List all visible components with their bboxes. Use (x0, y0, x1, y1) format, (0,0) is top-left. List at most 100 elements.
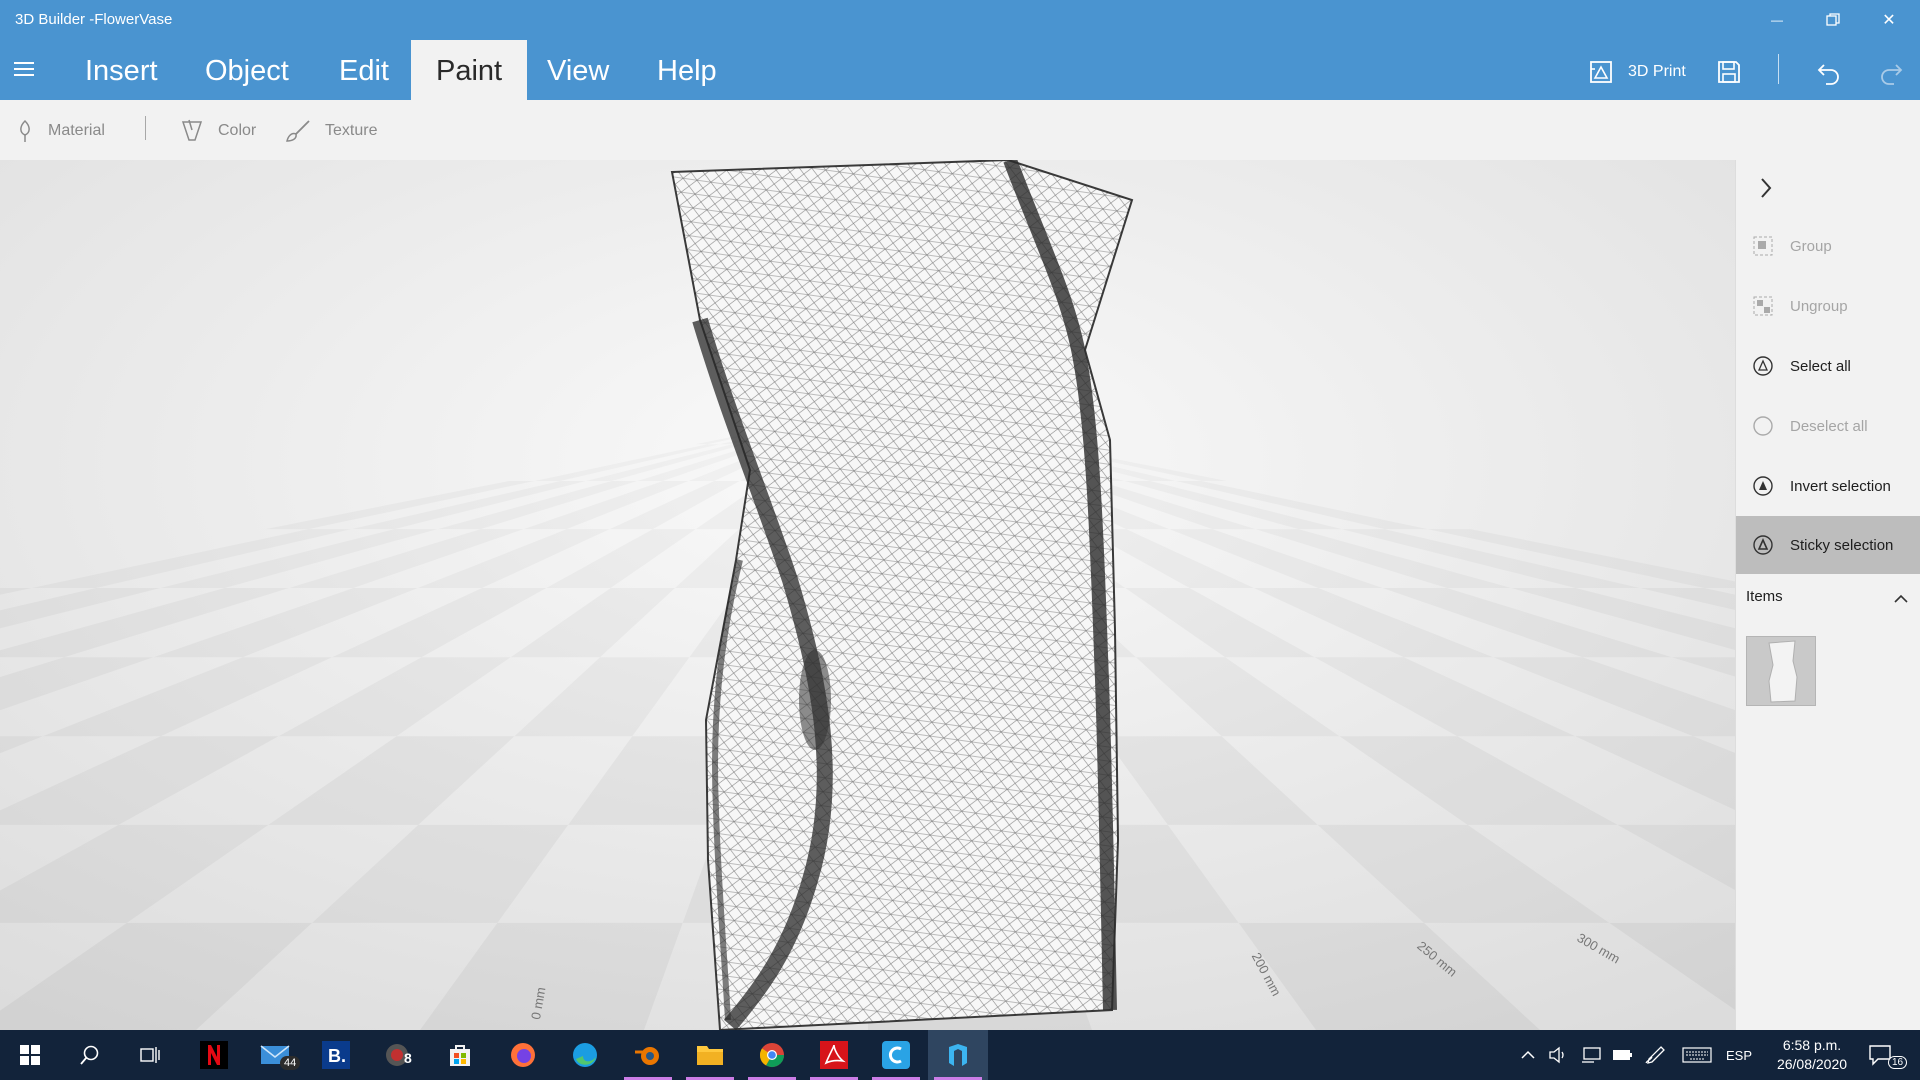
tab-object[interactable]: Object (180, 40, 314, 100)
chevron-up-icon (1521, 1050, 1535, 1059)
close-icon: ✕ (1882, 12, 1896, 29)
3d-print-button[interactable]: 3D Print (1588, 54, 1686, 90)
taskbar-c-app[interactable] (866, 1030, 926, 1080)
taskbar-chrome[interactable] (742, 1030, 802, 1080)
items-header: Items (1746, 588, 1783, 605)
clock[interactable]: 6:58 p.m. 26/08/2020 (1762, 1036, 1862, 1074)
tab-insert[interactable]: Insert (60, 40, 183, 100)
deselect-all-label: Deselect all (1790, 417, 1868, 435)
select-all-button[interactable]: Select all (1736, 338, 1920, 394)
task-view-button[interactable] (120, 1030, 180, 1080)
taskbar-acrobat[interactable] (804, 1030, 864, 1080)
keyboard-icon (1682, 1047, 1712, 1063)
search-icon (80, 1045, 99, 1065)
3d-builder-icon (949, 1044, 967, 1066)
taskbar-booking[interactable]: B. (306, 1030, 366, 1080)
save-button[interactable] (1716, 54, 1742, 90)
window-title: 3D Builder -FlowerVase (15, 11, 173, 28)
booking-icon: B. (322, 1041, 350, 1069)
scene-canvas[interactable] (0, 160, 1735, 1030)
color-button[interactable]: Color (180, 118, 256, 144)
c-app-icon (882, 1041, 910, 1069)
volume-button[interactable] (1548, 1030, 1570, 1080)
volume-icon (1549, 1046, 1564, 1064)
select-all-icon (1753, 356, 1773, 376)
material-label: Material (48, 122, 105, 139)
3d-print-icon (1590, 61, 1612, 83)
minimize-icon: — (1771, 13, 1783, 27)
clock-time: 6:58 p.m. (1782, 1037, 1842, 1053)
color-label: Color (218, 122, 257, 139)
pen-icon (1645, 1046, 1665, 1064)
tab-help[interactable]: Help (632, 40, 742, 100)
deselect-all-icon (1753, 416, 1773, 436)
input-language-button[interactable]: ESP (1726, 1030, 1752, 1080)
chevron-up-icon (1894, 594, 1908, 603)
brush-icon (286, 120, 310, 142)
close-button[interactable]: ✕ (1866, 0, 1912, 40)
minimize-button[interactable]: — (1754, 0, 1800, 40)
taskbar-edge[interactable] (555, 1030, 615, 1080)
chrome-icon (760, 1043, 784, 1068)
network-button[interactable] (1580, 1030, 1602, 1080)
task-view-icon (140, 1047, 160, 1063)
ribbon-separator (1778, 54, 1779, 84)
search-button[interactable] (60, 1030, 120, 1080)
object-panel: Group Ungroup Select all Deselect all In… (1735, 160, 1920, 1030)
pen-button[interactable] (1644, 1030, 1666, 1080)
save-icon (1718, 61, 1740, 83)
taskbar-file-explorer[interactable] (680, 1030, 740, 1080)
taskbar-blender[interactable] (618, 1030, 678, 1080)
undo-button[interactable] (1816, 54, 1842, 90)
battery-button[interactable] (1612, 1030, 1634, 1080)
redo-button[interactable] (1878, 54, 1904, 90)
3d-print-label: 3D Print (1628, 63, 1686, 80)
vase-model[interactable] (670, 160, 1134, 1030)
show-hidden-icons-button[interactable] (1520, 1030, 1536, 1080)
touch-keyboard-button[interactable] (1682, 1030, 1712, 1080)
taskbar-app-badge[interactable]: 8 (368, 1030, 428, 1080)
blender-icon (635, 1047, 659, 1065)
3d-viewport[interactable]: 0 mm 200 mm 250 mm 300 mm (0, 160, 1735, 1030)
items-collapse-button[interactable] (1893, 592, 1909, 604)
ungroup-button[interactable]: Ungroup (1736, 278, 1920, 334)
store-icon (450, 1045, 470, 1066)
invert-selection-icon (1753, 476, 1773, 496)
taskbar-mail[interactable]: 44 (246, 1030, 306, 1080)
app-badge: 8 (404, 1050, 412, 1066)
paint-toolbar: Material Color Texture (0, 100, 1920, 160)
group-button[interactable]: Group (1736, 218, 1920, 274)
select-all-label: Select all (1790, 357, 1851, 375)
taskbar: 44 B. 8 ESP 6:58 p.m. 26/08/2020 16 (0, 1030, 1920, 1080)
battery-icon (1613, 1050, 1632, 1060)
restore-button[interactable] (1810, 0, 1856, 40)
action-center-button[interactable]: 16 (1868, 1030, 1908, 1080)
item-thumbnail[interactable] (1746, 636, 1816, 706)
material-button[interactable]: Material (16, 118, 105, 144)
sticky-selection-button[interactable]: Sticky selection (1736, 516, 1920, 574)
redo-icon (1881, 64, 1903, 85)
deselect-all-button[interactable]: Deselect all (1736, 398, 1920, 454)
material-icon (20, 119, 30, 142)
taskbar-3d-builder[interactable] (928, 1030, 988, 1080)
texture-button[interactable]: Texture (285, 118, 377, 144)
taskbar-store[interactable] (430, 1030, 490, 1080)
taskbar-netflix[interactable] (184, 1030, 244, 1080)
start-button[interactable] (0, 1030, 60, 1080)
ribbon: Insert Object Edit Paint View Help 3D Pr… (0, 40, 1920, 100)
group-label: Group (1790, 237, 1832, 255)
ungroup-label: Ungroup (1790, 297, 1848, 315)
collapse-panel-button[interactable] (1754, 174, 1778, 202)
undo-icon (1817, 64, 1839, 85)
tab-view[interactable]: View (522, 40, 634, 100)
svg-text:B.: B. (328, 1046, 346, 1066)
edge-icon (573, 1043, 597, 1067)
vase-thumbnail-icon (1768, 640, 1798, 703)
tab-paint[interactable]: Paint (411, 40, 528, 100)
taskbar-firefox[interactable] (493, 1030, 553, 1080)
sticky-selection-label: Sticky selection (1790, 536, 1894, 554)
menu-button[interactable] (14, 62, 42, 80)
invert-selection-button[interactable]: Invert selection (1736, 458, 1920, 514)
title-bar: 3D Builder -FlowerVase — ✕ (0, 0, 1920, 40)
tab-edit[interactable]: Edit (314, 40, 414, 100)
